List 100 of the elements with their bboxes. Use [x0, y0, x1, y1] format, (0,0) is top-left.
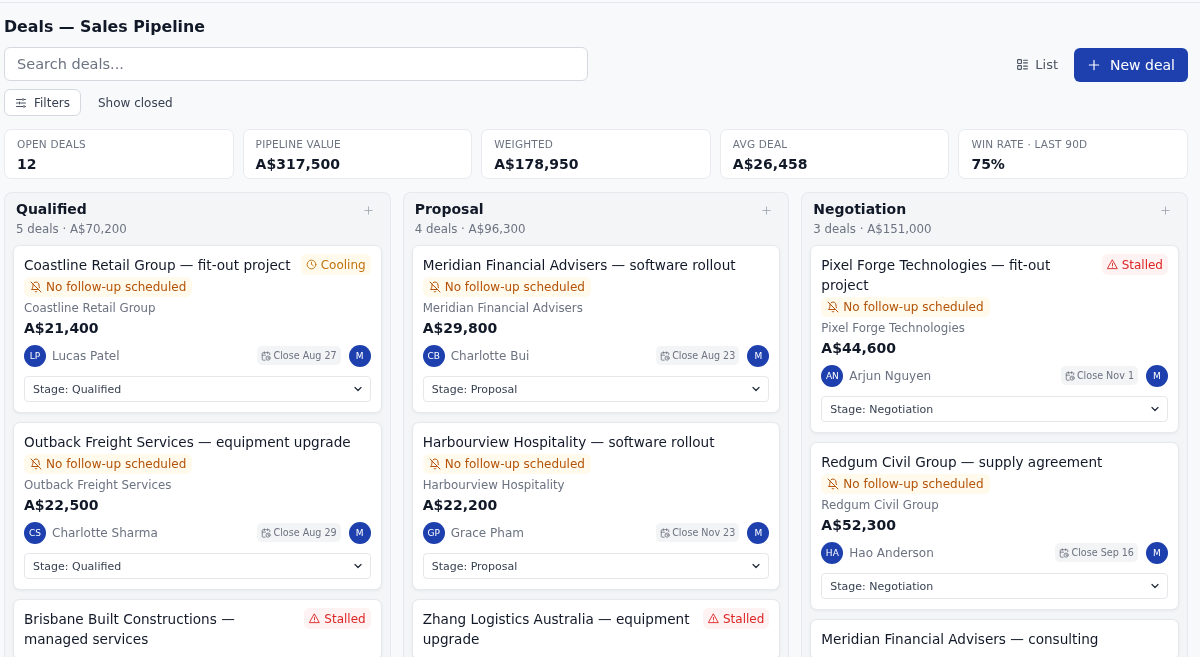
- warning-icon: [1106, 259, 1118, 270]
- assignee-avatar[interactable]: M: [1146, 364, 1168, 387]
- company-name: Redgum Civil Group: [821, 497, 939, 513]
- assignee-avatar[interactable]: M: [747, 344, 770, 367]
- stage-select[interactable]: Stage: Qualified: [24, 376, 371, 402]
- bell-off-icon: [428, 458, 441, 470]
- bell-off-icon: [428, 281, 441, 293]
- plus-icon: [362, 205, 374, 216]
- sliders-icon: [15, 96, 27, 109]
- stat-label: OPEN DEALS: [17, 137, 86, 151]
- show-closed-button[interactable]: Show closed: [90, 91, 181, 114]
- owner-avatar: CS: [24, 521, 46, 544]
- plus-icon: [1087, 58, 1102, 72]
- owner-avatar: GP: [422, 521, 445, 544]
- follow-up-label: No follow-up scheduled: [46, 280, 187, 294]
- calendar-icon: [1059, 547, 1070, 558]
- deal-title: Harbourview Hospitality — software rollout: [422, 433, 716, 452]
- close-date: Close Nov 1: [1076, 370, 1134, 381]
- stat-label: AVG DEAL: [732, 137, 788, 151]
- stat-label: WEIGHTED: [494, 137, 554, 151]
- warning-icon: [309, 613, 321, 624]
- badge-label: Stalled: [723, 611, 765, 626]
- list-icon: [1016, 57, 1030, 71]
- stat-value: 75%: [971, 155, 1005, 173]
- follow-up-label: No follow-up scheduled: [444, 280, 585, 294]
- stage-select[interactable]: Stage: Negotiation: [821, 573, 1168, 599]
- deal-amount: A$44,600: [821, 339, 896, 358]
- follow-up-label: No follow-up scheduled: [843, 477, 984, 491]
- deal-title: Meridian Financial Advisers — software rollout: [422, 256, 737, 275]
- assignee-avatar[interactable]: M: [348, 344, 371, 367]
- stat-value: A$26,458: [732, 155, 808, 173]
- assignee-avatar[interactable]: M: [1146, 541, 1168, 564]
- stage-select[interactable]: Stage: Negotiation: [821, 396, 1168, 422]
- warning-icon: [708, 613, 719, 624]
- calendar-icon: [261, 350, 272, 361]
- deal-card[interactable]: Harbourview Hospitality — software rollout No follow-up scheduled Harbourview Hospitality A$22,200 GP Grace Pham Close Nov 23 M Stage: Proposal: [411, 422, 781, 590]
- owner-name: Charlotte Sharma: [52, 525, 158, 540]
- deal-card[interactable]: Brisbane Built Constructions — managed services Stalled: [13, 599, 382, 657]
- deal-card[interactable]: Meridian Financial Advisers — software rollout No follow-up scheduled Meridian Financial Advisers A$29,800 CB Charlotte Bui Close Aug 23 M Stage: Proposal: [411, 245, 781, 413]
- deal-title: Meridian Financial Advisers — consulting: [821, 630, 1100, 649]
- stat-value: A$317,500: [255, 155, 340, 173]
- stage-select[interactable]: Stage: Proposal: [422, 376, 770, 402]
- page-title: Deals — Sales Pipeline: [4, 17, 205, 37]
- company-name: Outback Freight Services: [24, 477, 172, 493]
- deal-amount: A$52,300: [821, 516, 896, 535]
- badge-label: Stalled: [1121, 257, 1163, 272]
- deal-amount: A$21,400: [24, 319, 99, 338]
- deal-amount: A$22,200: [422, 496, 498, 515]
- deal-title: Pixel Forge Technologies — fit-out project: [821, 256, 1052, 295]
- filters-button[interactable]: Filters: [4, 89, 81, 116]
- owner-avatar: CB: [422, 344, 445, 367]
- search-field[interactable]: Search deals...: [4, 47, 588, 81]
- deal-amount: A$29,800: [422, 319, 498, 338]
- owner-avatar: HA: [821, 541, 844, 564]
- owner-name: Arjun Nguyen: [849, 368, 932, 383]
- follow-up-label: No follow-up scheduled: [46, 457, 187, 471]
- column-title: Negotiation: [813, 201, 907, 218]
- owner-name: Grace Pham: [450, 525, 524, 540]
- add-deal-button[interactable]: [761, 205, 773, 216]
- bell-off-icon: [827, 478, 840, 490]
- bell-off-icon: [827, 301, 840, 313]
- deal-card[interactable]: Outback Freight Services — equipment upgrade No follow-up scheduled Outback Freight Services A$22,500 CS Charlotte Sharma Close Aug 29 M Stage: Qualified: [13, 422, 382, 590]
- stage-select[interactable]: Stage: Proposal: [422, 553, 770, 579]
- calendar-icon: [660, 350, 671, 361]
- calendar-icon: [261, 527, 272, 538]
- follow-up-label: No follow-up scheduled: [843, 300, 984, 314]
- new-deal-button[interactable]: New deal: [1074, 48, 1188, 82]
- deal-card[interactable]: Pixel Forge Technologies — fit-out project Stalled No follow-up scheduled Pixel Forge Technologies A$44,600 AN Arjun Nguyen Close Nov 1 M Stage: Negotiation: [810, 245, 1179, 433]
- company-name: Pixel Forge Technologies: [821, 320, 965, 336]
- deal-card[interactable]: Redgum Civil Group — supply agreement No follow-up scheduled Redgum Civil Group A$52,300 HA Hao Anderson Close Sep 16 M Stage: Negotiation: [810, 442, 1179, 610]
- plus-icon: [761, 205, 773, 216]
- close-date: Close Aug 23: [672, 350, 736, 361]
- close-date: Close Aug 27: [273, 350, 337, 361]
- deal-title: Zhang Logistics Australia — equipment upgrade: [422, 610, 691, 649]
- deal-card[interactable]: Coastline Retail Group — fit-out project Cooling No follow-up scheduled Coastline Retail Group A$21,400 LP Lucas Patel Close Aug 27 M Stage: Qualified: [13, 245, 382, 413]
- add-deal-button[interactable]: [1160, 205, 1171, 216]
- calendar-icon: [1064, 370, 1075, 381]
- column-title: Proposal: [414, 201, 484, 218]
- company-name: Meridian Financial Advisers: [422, 300, 583, 316]
- close-date: Close Sep 16: [1071, 547, 1134, 558]
- bell-off-icon: [30, 458, 42, 470]
- company-name: Coastline Retail Group: [24, 300, 156, 316]
- deal-card[interactable]: Meridian Financial Advisers — consulting: [810, 619, 1179, 657]
- deal-amount: A$22,500: [24, 496, 99, 515]
- owner-name: Hao Anderson: [849, 545, 934, 560]
- deal-title: Brisbane Built Constructions — managed services: [24, 610, 236, 649]
- stat-value: A$178,950: [494, 155, 579, 173]
- assignee-avatar[interactable]: M: [747, 521, 770, 544]
- assignee-avatar[interactable]: M: [348, 521, 371, 544]
- follow-up-label: No follow-up scheduled: [444, 457, 585, 471]
- deal-card[interactable]: Zhang Logistics Australia — equipment upgrade Stalled: [411, 599, 781, 657]
- column-summary: 4 deals · A$96,300: [414, 221, 526, 237]
- clock-icon: [305, 259, 317, 270]
- close-date: Close Nov 23: [672, 527, 736, 538]
- add-deal-button[interactable]: [362, 205, 374, 216]
- owner-avatar: AN: [821, 364, 844, 387]
- list-view-button[interactable]: List: [1008, 50, 1067, 78]
- calendar-icon: [660, 527, 671, 538]
- column-summary: 3 deals · A$151,000: [813, 221, 932, 237]
- stage-select[interactable]: Stage: Qualified: [24, 553, 371, 579]
